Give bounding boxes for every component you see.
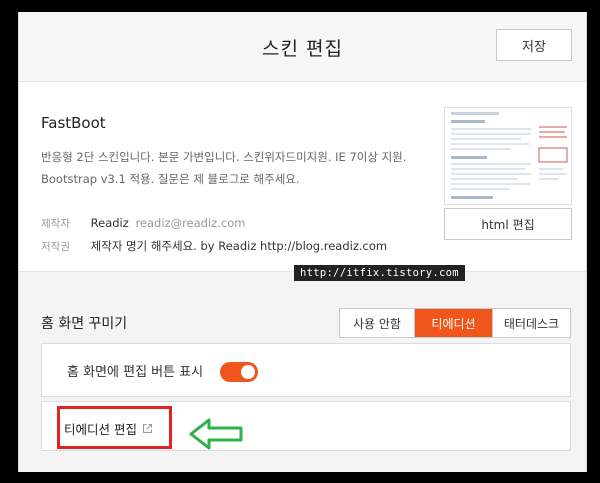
- arrow-pointer-icon: [189, 418, 243, 450]
- skin-name: FastBoot: [41, 114, 106, 132]
- tab-disabled[interactable]: 사용 안함: [340, 309, 414, 337]
- header-bar: 스킨 편집 저장: [19, 12, 586, 82]
- home-mode-selector: 사용 안함 티에디션 태터데스크: [339, 308, 571, 338]
- copyright-label: 저작권: [41, 241, 70, 253]
- highlight-box: [57, 406, 172, 449]
- save-button[interactable]: 저장: [496, 29, 572, 61]
- skin-info-section: FastBoot 반응형 2단 스킨입니다. 본문 가변입니다. 스킨위자드미지…: [19, 82, 586, 272]
- author-email: readiz@readiz.com: [135, 216, 246, 230]
- show-edit-button-toggle[interactable]: [220, 362, 258, 382]
- home-decorate-title: 홈 화면 꾸미기: [41, 316, 128, 332]
- author-name: Readiz: [90, 216, 129, 230]
- author-label: 제작자: [41, 218, 70, 230]
- edit-button-toggle-panel: 홈 화면에 편집 버튼 표시: [41, 343, 571, 397]
- skin-thumbnail-preview: [445, 108, 571, 204]
- author-row: 제작자 Readiz readiz@readiz.com: [41, 216, 245, 231]
- skin-edit-window: 스킨 편집 저장 FastBoot 반응형 2단 스킨입니다. 본문 가변입니다…: [18, 12, 587, 472]
- copyright-value: 제작자 명기 해주세요. by Readiz http://blog.readi…: [90, 239, 388, 253]
- tab-tedition[interactable]: 티에디션: [414, 309, 492, 337]
- watermark: http://itfix.tistory.com: [294, 265, 465, 281]
- toggle-label: 홈 화면에 편집 버튼 표시: [67, 365, 204, 380]
- skin-description: 반응형 2단 스킨입니다. 본문 가변입니다. 스킨위자드미지원. IE 7이상…: [41, 150, 407, 186]
- toggle-knob: [241, 365, 255, 379]
- tab-tatterdesk[interactable]: 태터데스크: [492, 309, 570, 337]
- html-edit-button[interactable]: html 편집: [444, 208, 572, 240]
- skin-thumbnail: [444, 107, 572, 205]
- copyright-row: 저작권 제작자 명기 해주세요. by Readiz http://blog.r…: [41, 238, 387, 254]
